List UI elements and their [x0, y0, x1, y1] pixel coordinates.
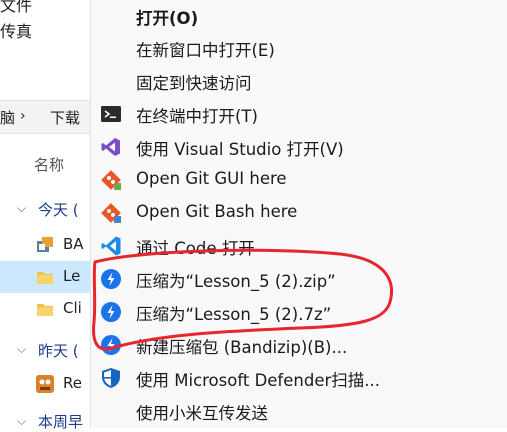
shield-icon: [100, 367, 122, 389]
chevron-down-icon[interactable]: ⌵: [17, 414, 26, 429]
context-menu: 打开(O) 在新窗口中打开(E) 固定到快速访问 在终端中打开(T) 使用 Vi…: [90, 0, 507, 428]
menu-item-label: 新建压缩包 (Bandizip)(B)...: [136, 338, 348, 357]
menu-item-label: 固定到快速访问: [136, 74, 252, 93]
bandizip-icon: [100, 268, 122, 290]
menu-item-open-in-terminal[interactable]: 在终端中打开(T): [91, 98, 507, 131]
bandizip-icon: [100, 334, 122, 356]
menu-item-label: Open Git GUI here: [136, 169, 287, 188]
breadcrumb-item-downloads[interactable]: 下载: [50, 107, 80, 128]
visual-studio-icon: [100, 136, 122, 158]
file-name: Cli: [63, 299, 82, 317]
file-row[interactable]: BA: [0, 229, 90, 261]
address-bar[interactable]: 脑 › 下载: [0, 100, 90, 134]
chevron-down-icon[interactable]: ⌵: [17, 201, 26, 216]
menu-item-open-visual-studio[interactable]: 使用 Visual Studio 打开(V): [91, 131, 507, 164]
file-row[interactable]: Re: [0, 368, 90, 400]
menu-item-label: 压缩为“Lesson_5 (2).7z”: [136, 305, 332, 324]
menu-item-label: Open Git Bash here: [136, 202, 298, 221]
menu-item-label: 在终端中打开(T): [136, 107, 258, 126]
file-name: BA: [63, 235, 84, 253]
menu-item-open-with-code[interactable]: 通过 Code 打开: [91, 230, 507, 263]
menu-item-label: 在新窗口中打开(E): [136, 41, 275, 60]
menu-item-git-bash[interactable]: Open Git Bash here: [91, 197, 507, 230]
terminal-icon: [100, 103, 122, 125]
folder-icon: [36, 269, 54, 285]
group-header-this-week[interactable]: 本周早: [38, 411, 83, 432]
git-gui-icon: [100, 169, 122, 191]
file-name: Re: [63, 374, 82, 392]
file-name: Le: [63, 267, 81, 285]
menu-item-label: 通过 Code 打开: [136, 239, 255, 258]
menu-item-label: 压缩为“Lesson_5 (2).zip”: [136, 272, 336, 291]
menu-item-git-gui[interactable]: Open Git GUI here: [91, 164, 507, 197]
chevron-down-icon[interactable]: ⌵: [17, 342, 26, 357]
column-header-name[interactable]: 名称: [34, 154, 64, 175]
file-row[interactable]: Cli: [0, 293, 90, 325]
menu-item-defender-scan[interactable]: 使用 Microsoft Defender扫描...: [91, 362, 507, 395]
menu-item-open-new-window[interactable]: 在新窗口中打开(E): [91, 32, 507, 65]
menu-item-xiaomi-share[interactable]: 使用小米互传发送: [91, 395, 507, 428]
group-header-yesterday[interactable]: 昨天 (: [38, 340, 79, 361]
file-row-selected[interactable]: Le: [0, 261, 90, 293]
breadcrumb-item[interactable]: 脑: [0, 107, 15, 128]
menu-item-label: 使用小米互传发送: [136, 404, 268, 423]
menu-item-pin-quick-access[interactable]: 固定到快速访问: [91, 65, 507, 98]
vscode-icon: [100, 235, 122, 257]
menu-item-compress-7z[interactable]: 压缩为“Lesson_5 (2).7z”: [91, 296, 507, 329]
menu-item-label: 使用 Microsoft Defender扫描...: [136, 371, 380, 390]
group-header-today[interactable]: 今天 (: [38, 199, 79, 220]
menu-item-label: 使用 Visual Studio 打开(V): [136, 140, 344, 159]
menu-item-label: 打开(O): [136, 9, 199, 28]
menu-item-compress-zip[interactable]: 压缩为“Lesson_5 (2).zip”: [91, 263, 507, 296]
git-bash-icon: [100, 202, 122, 224]
file-explorer-pane: 文件 传真 脑 › 下载 名称 ⌵ 今天 ( BA Le Cli ⌵ 昨天 ( …: [0, 0, 90, 431]
explorer-top-text-2: 传真: [0, 22, 33, 41]
breadcrumb-separator: ›: [20, 108, 26, 124]
bandizip-icon: [100, 301, 122, 323]
menu-item-open[interactable]: 打开(O): [91, 0, 507, 33]
game-app-icon: [35, 374, 55, 394]
explorer-top-text-1: 文件: [0, 0, 33, 15]
folder-icon: [36, 301, 54, 317]
app-file-icon: [36, 236, 54, 254]
menu-item-new-archive-bandizip[interactable]: 新建压缩包 (Bandizip)(B)...: [91, 329, 507, 362]
